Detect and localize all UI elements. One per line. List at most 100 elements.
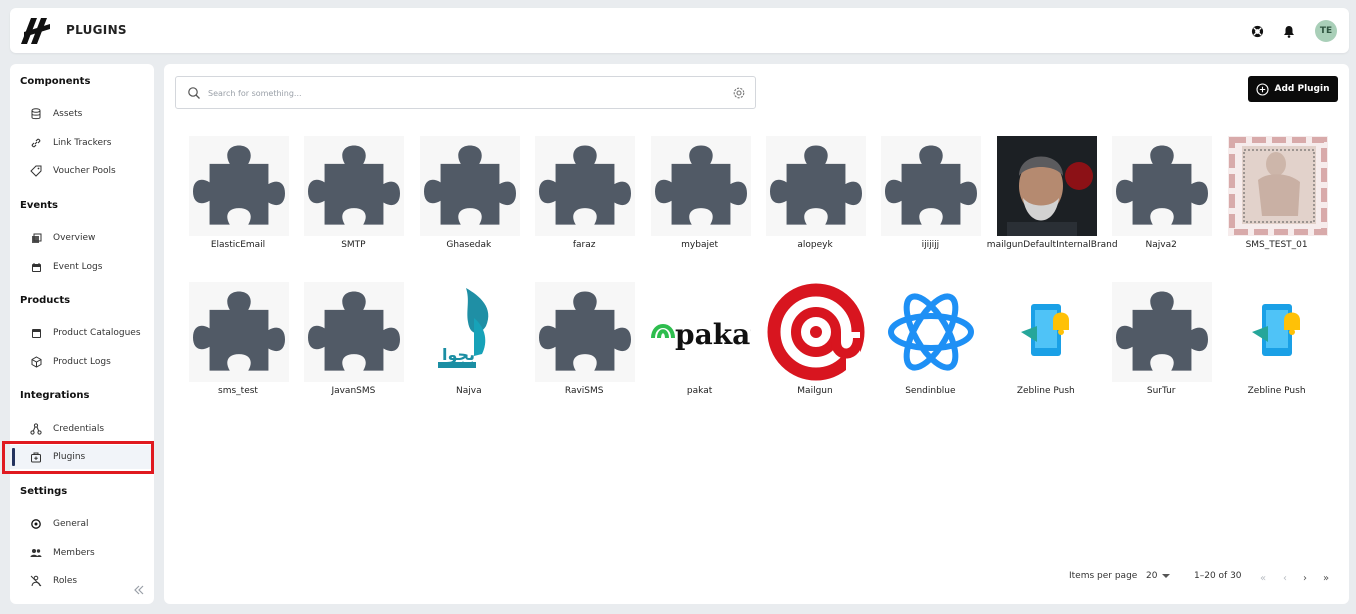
sidebar-item-plugins[interactable]: Plugins [10,445,154,469]
top-header: PLUGINS TE [10,8,1349,53]
puzzle-icon [766,136,866,236]
filter-settings-icon[interactable] [732,86,746,100]
sidebar-item-assets[interactable]: Assets [10,102,154,126]
puzzle-icon [189,136,289,236]
plugin-card[interactable]: SMTP [294,136,412,260]
page-size-value: 20 [1146,571,1158,581]
chevron-down-icon [1162,573,1171,578]
plugin-card[interactable]: alopeyk [756,136,874,260]
sidebar-item-label: Overview [53,233,96,243]
plugin-card[interactable]: mailgunDefaultInternalBrand [986,136,1118,260]
bell-icon[interactable] [1282,24,1296,38]
sidebar-item-link-trackers[interactable]: Link Trackers [10,131,154,155]
user-avatar[interactable]: TE [1315,20,1337,42]
plugin-bag-icon [30,451,42,463]
plugin-card[interactable]: faraz [525,136,643,260]
sidebar-item-label: Product Catalogues [53,328,141,338]
add-plugin-button[interactable]: Add Plugin [1248,76,1338,102]
sidebar-item-event-logs[interactable]: Event Logs [10,255,154,279]
plugin-card[interactable]: JavanSMS [294,282,412,406]
puzzle-icon [1112,136,1213,236]
first-page-icon[interactable]: « [1258,573,1268,584]
gear-icon [30,518,42,530]
sidebar-item-product-catalogues[interactable]: Product Catalogues [10,321,154,345]
plugin-name: SMS_TEST_01 [1245,240,1308,250]
brand-logo[interactable] [20,16,54,46]
plugin-card[interactable]: SurTur [1102,282,1220,406]
section-title-components: Components [20,76,91,87]
collapse-sidebar-icon[interactable] [132,583,146,597]
puzzle-icon [304,136,405,236]
puzzle-icon [304,282,405,382]
plugin-card[interactable]: Zebline Push [1218,282,1336,406]
sidebar-item-overview[interactable]: Overview [10,226,154,250]
sidebar-item-label: Roles [53,576,78,586]
plugin-card[interactable]: SMS_TEST_01 [1218,136,1336,260]
puzzle-icon [535,136,636,236]
users-icon [30,547,42,559]
puzzle-icon [881,136,982,236]
search-input[interactable] [208,84,708,102]
plugin-card[interactable]: Zebline Push [987,282,1105,406]
pakat-logo: pakat [650,282,751,382]
plugin-card[interactable]: Mailgun [756,282,874,406]
sidebar-item-voucher-pools[interactable]: Voucher Pools [10,159,154,183]
plugin-card[interactable]: sms_test [179,282,297,406]
sidebar-item-label: Assets [53,109,83,119]
sidebar-item-label: Credentials [53,424,105,434]
sidebar-item-general[interactable]: General [10,512,154,536]
section-title-settings: Settings [20,486,68,497]
plugin-card[interactable]: بجوا Najva [410,282,528,406]
plugin-name: faraz [572,240,596,250]
box-icon [30,356,42,368]
link-icon [30,137,42,149]
support-icon[interactable] [1250,24,1264,38]
share-icon [30,423,42,435]
catalogue-icon [30,327,42,339]
push-logo [1228,282,1328,382]
plugin-card[interactable]: pakat pakat [641,282,759,406]
plugin-name: ElasticEmail [210,240,266,250]
plugin-name: pakat [686,386,713,396]
plugin-name: JavanSMS [331,386,376,396]
plugin-card[interactable]: RaviSMS [525,282,643,406]
statue-photo [1227,136,1328,236]
plugin-card[interactable]: mybajet [641,136,759,260]
mailgun-logo [766,282,866,382]
prev-page-icon[interactable]: ‹ [1280,573,1290,584]
plugin-name: alopeyk [797,240,833,250]
plugin-name: Najva [456,386,482,396]
plugin-name: SMTP [341,240,366,250]
plugin-name: ijijijj [921,240,940,250]
plugin-name: sms_test [218,386,258,396]
plugin-card[interactable]: Najva2 [1102,136,1220,260]
page-size-select[interactable]: 20 [1146,571,1171,581]
plugin-card[interactable]: ElasticEmail [179,136,297,260]
plugin-card[interactable]: Ghasedak [410,136,528,260]
puzzle-icon [419,136,520,236]
plugin-card[interactable]: ijijijj [871,136,989,260]
plugin-name: Ghasedak [446,240,492,250]
roles-icon [30,575,42,587]
svg-text:بجوا: بجوا [442,345,475,364]
search-box [175,76,756,109]
najva-logo: بجوا [420,282,520,382]
plugin-name: Zebline Push [1016,386,1075,396]
plugin-name: mailgunDefaultInternalBrand [986,240,1118,250]
plugin-name: Zebline Push [1247,386,1306,396]
sidebar-item-credentials[interactable]: Credentials [10,417,154,441]
sidebar-item-members[interactable]: Members [10,541,154,565]
plugin-card[interactable]: Sendinblue [871,282,989,406]
sidebar-item-product-logs[interactable]: Product Logs [10,350,154,374]
search-icon [188,87,200,99]
sidebar: Components Assets Link Trackers Voucher … [10,64,154,604]
tag-icon [30,165,42,177]
section-title-products: Products [20,295,71,306]
calendar-icon [30,261,42,273]
next-page-icon[interactable]: › [1300,573,1310,584]
plugin-name: Najva2 [1145,240,1177,250]
plus-circle-icon [1256,82,1270,96]
puzzle-icon [535,282,636,382]
last-page-icon[interactable]: » [1321,573,1331,584]
page-range-label: 1–20 of 30 [1194,571,1242,581]
